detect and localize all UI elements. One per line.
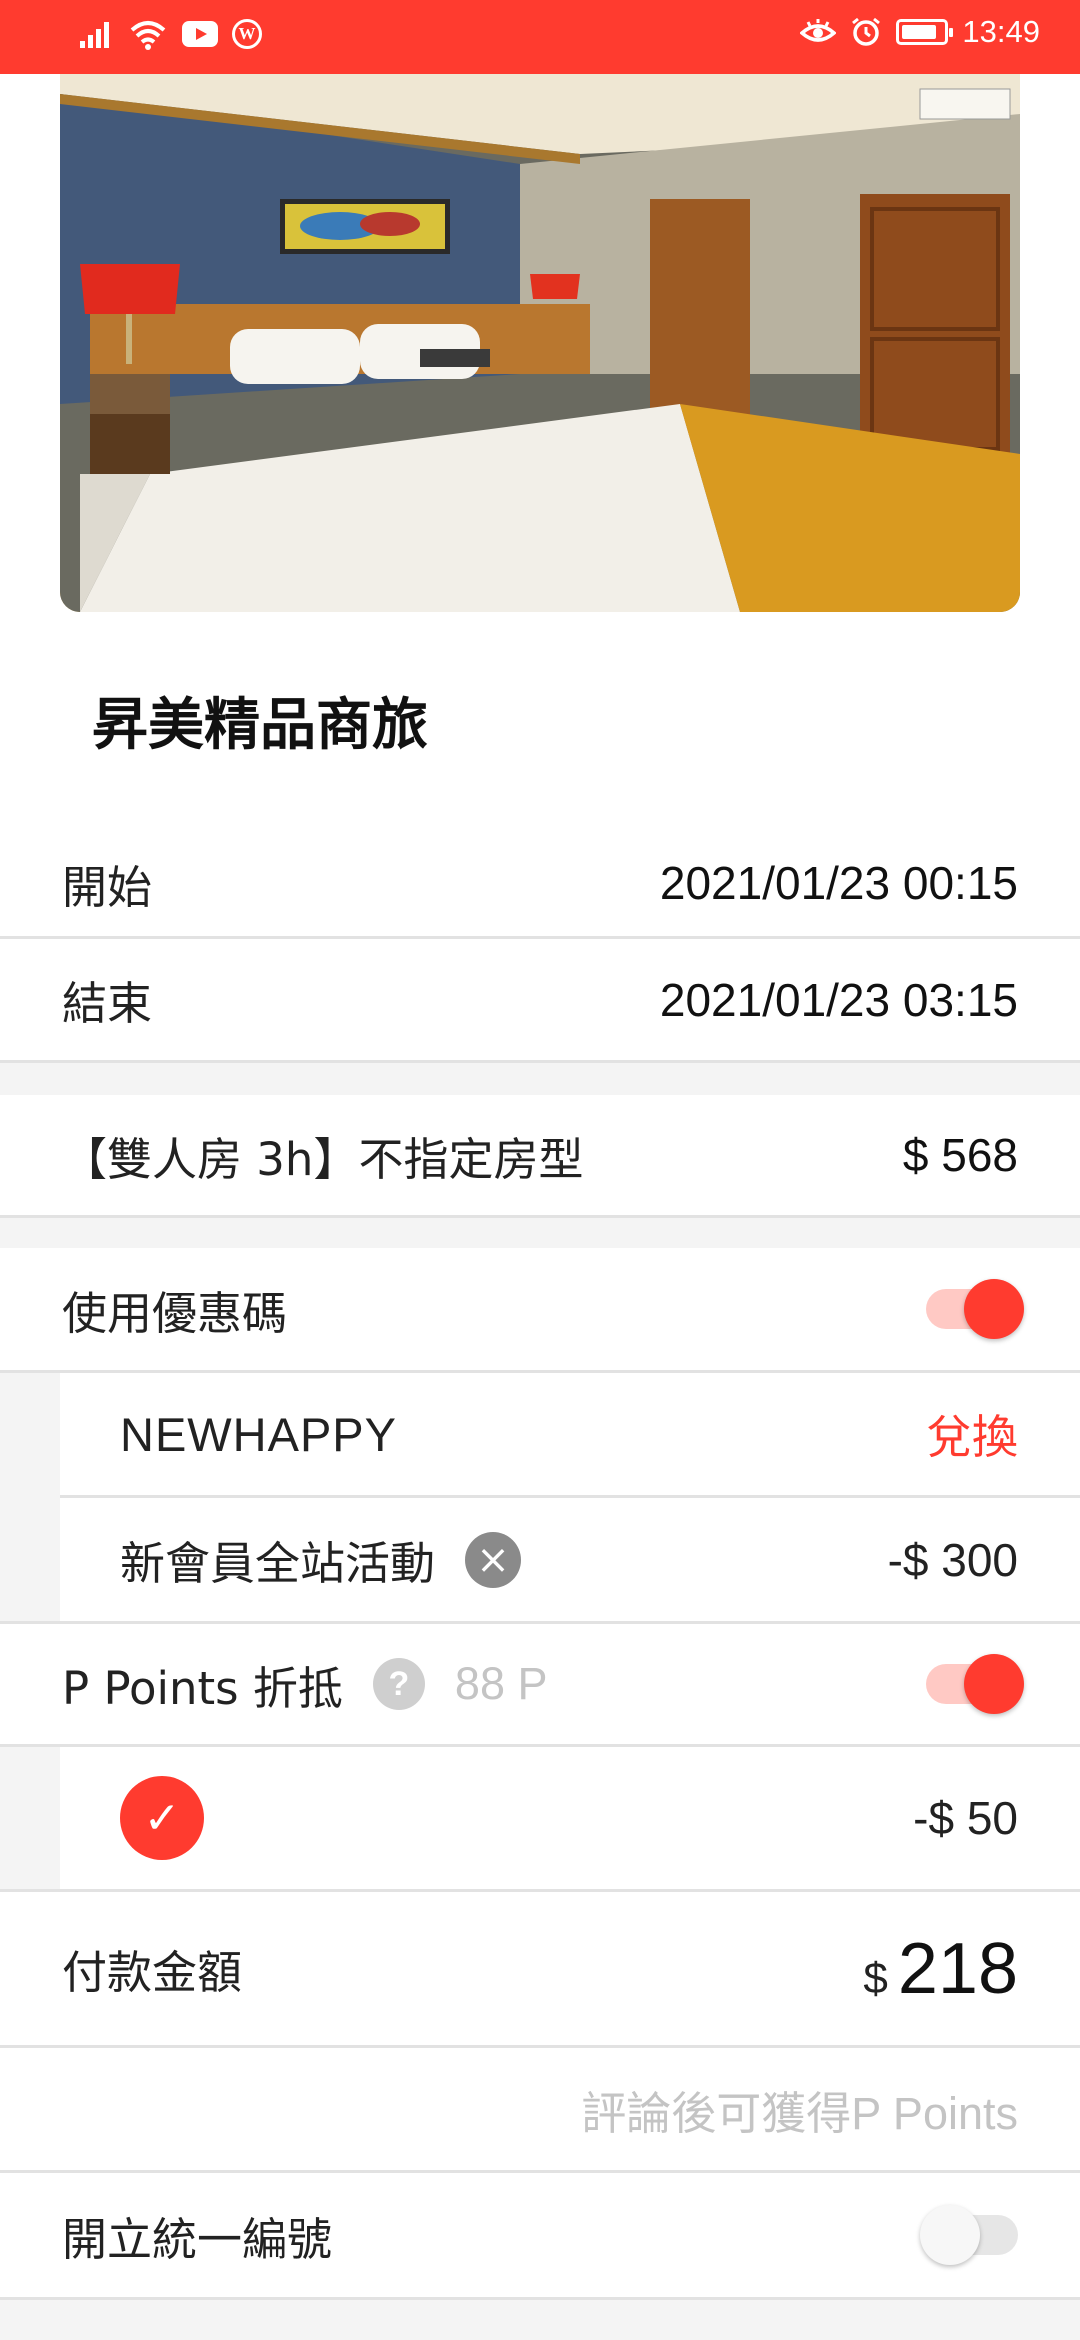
points-label: P Points 折抵 [62,1661,343,1715]
end-time-row: 結束 2021/01/23 03:15 [0,939,1080,1060]
invoice-toggle[interactable] [920,2205,1018,2265]
hotel-name: 昇美精品商旅 [92,693,428,758]
status-bar: W 13:49 [0,0,1080,74]
wordpress-icon: W [232,19,262,49]
section-gap [0,1218,1080,1248]
coupon-code-row: NEWHAPPY 兌換 [60,1373,1080,1495]
review-note: 評論後可獲得P Points [581,2087,1018,2139]
check-icon[interactable]: ✓ [120,1776,204,1860]
end-value: 2021/01/23 03:15 [659,973,1018,1026]
section-gap [0,2300,1080,2340]
campaign-name: 新會員全站活動 [120,1537,436,1590]
start-time-row: 開始 2021/01/23 00:15 [0,830,1080,936]
start-label: 開始 [62,860,153,914]
clock: 13:49 [962,14,1040,49]
youtube-icon [182,21,218,47]
room-price: $ 568 [902,1129,1018,1181]
clear-icon[interactable]: × [465,1531,522,1588]
invoice-row: 開立統一編號 [0,2173,1080,2297]
indent-bar [0,1373,60,1623]
invoice-label: 開立統一編號 [62,2212,333,2266]
campaign-group: 新會員全站活動 × [120,1527,522,1592]
room-row: 【雙人房 3h】不指定房型 $ 568 [0,1095,1080,1215]
points-toggle[interactable] [926,1654,1024,1714]
start-value: 2021/01/23 00:15 [659,857,1018,909]
end-label: 結束 [62,977,153,1030]
payment-amount: 218 [897,1928,1018,2009]
section-gap [0,1063,1080,1095]
hotel-room-photo [60,74,1020,612]
payment-label: 付款金額 [62,1946,243,1999]
redeem-button[interactable]: 兌換 [926,1401,1018,1467]
coupon-toggle-row: 使用優惠碼 [0,1248,1080,1370]
points-toggle-row: P Points 折抵 ? 88 P [0,1624,1080,1744]
coupon-code-input[interactable]: NEWHAPPY [120,1407,397,1462]
points-balance: 88 P [454,1658,548,1709]
points-discount: -$ 50 [913,1792,1018,1844]
eye-icon [800,19,837,42]
review-note-row: 評論後可獲得P Points [0,2048,1080,2170]
payment-amount-group: $ 218 [863,1928,1018,2010]
status-icons-left: W [78,18,262,50]
status-icons-right: 13:49 [800,14,1040,50]
alarm-icon [852,17,881,46]
toggle-knob [964,1654,1024,1714]
coupon-label: 使用優惠碼 [62,1286,288,1340]
help-icon[interactable]: ? [372,1658,425,1710]
wifi-icon [130,21,166,50]
room-type-label: 【雙人房 3h】不指定房型 [62,1132,584,1186]
coupon-toggle[interactable] [926,1279,1024,1339]
coupon-discount: -$ 300 [887,1533,1018,1586]
payment-total-row: 付款金額 $ 218 [0,1892,1080,2045]
payment-currency: $ [863,1953,888,2003]
indent-bar [0,1747,60,1889]
signal-icon [80,22,109,48]
points-label-group: P Points 折抵 ? 88 P [62,1652,548,1717]
toggle-knob [920,2205,980,2265]
coupon-campaign-row: 新會員全站活動 × -$ 300 [60,1498,1080,1621]
points-apply-row: ✓ -$ 50 [60,1747,1080,1889]
battery-icon [896,19,954,45]
toggle-knob [964,1279,1024,1339]
